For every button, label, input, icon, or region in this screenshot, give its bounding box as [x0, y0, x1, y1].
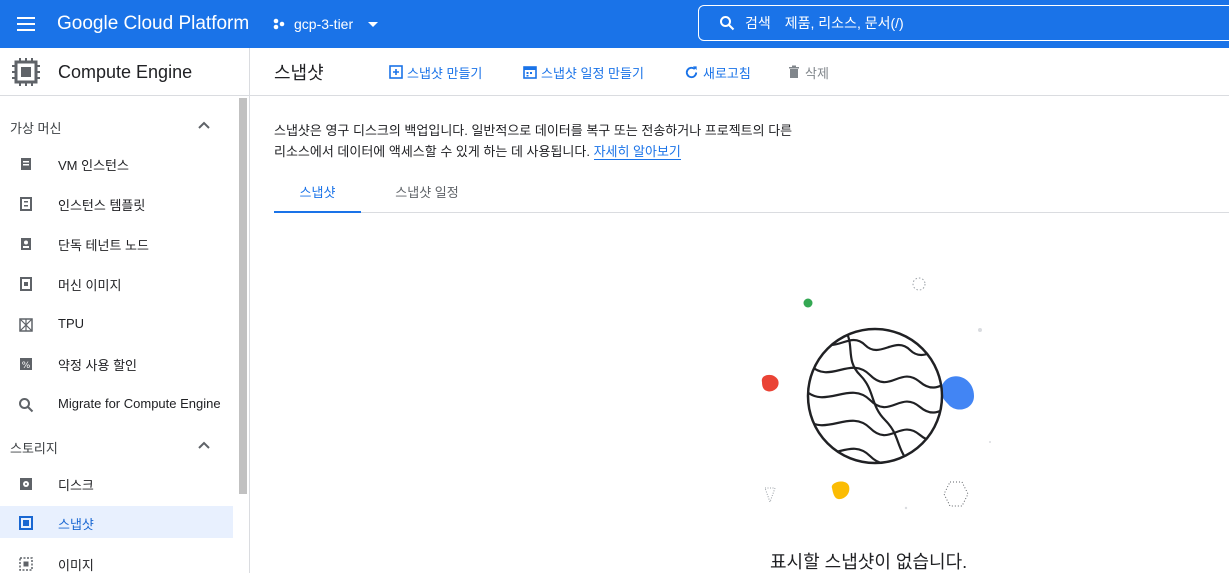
sidebar-item-label: 스냅샷 — [58, 517, 94, 532]
search-icon — [720, 16, 735, 31]
sidebar-item-label: 약정 사용 할인 — [58, 358, 137, 373]
delete-button[interactable]: 삭제 — [787, 61, 829, 83]
sidebar-item-migrate-for-compute-engine[interactable]: Migrate for Compute Engine — [0, 388, 233, 420]
sidebar-item-snapshots[interactable]: 스냅샷 — [0, 506, 233, 538]
refresh-button[interactable]: 새로고침 — [684, 61, 751, 83]
search-input[interactable]: 검색 제품, 리소스, 문서(/) — [698, 5, 1229, 41]
chevron-up-icon — [198, 121, 210, 129]
add-box-icon — [389, 65, 403, 79]
compute-engine-icon — [12, 58, 40, 86]
create-snapshot-button[interactable]: 스냅샷 만들기 — [389, 61, 482, 83]
sidebar-item-disks[interactable]: 디스크 — [0, 467, 233, 499]
tab-snapshots[interactable]: 스냅샷 — [274, 176, 361, 213]
project-selector[interactable]: gcp-3-tier — [272, 10, 381, 38]
tab-snapshot-schedules[interactable]: 스냅샷 일정 — [374, 176, 480, 212]
create-schedule-button[interactable]: 스냅샷 일정 만들기 — [523, 61, 644, 83]
template-icon — [20, 197, 32, 211]
disk-icon — [20, 478, 32, 490]
tab-label: 스냅샷 일정 — [395, 185, 459, 200]
machine-image-icon — [20, 277, 32, 291]
menu-icon[interactable] — [14, 12, 38, 36]
sidebar-item-images[interactable]: 이미지 — [0, 547, 233, 573]
sole-tenant-icon — [21, 238, 31, 250]
description: 스냅샷은 영구 디스크의 백업입니다. 일반적으로 데이터를 복구 또는 전송하… — [274, 120, 794, 162]
sidebar-item-committed-use-discounts[interactable]: % 약정 사용 할인 — [0, 347, 233, 379]
sidebar-item-machine-images[interactable]: 머신 이미지 — [0, 267, 233, 299]
create-snapshot-label: 스냅샷 만들기 — [407, 65, 483, 81]
sidebar-item-label: 단독 테넌트 노드 — [58, 238, 149, 253]
image-icon — [19, 557, 33, 571]
learn-more-link[interactable]: 자세히 알아보기 — [593, 144, 681, 160]
page-title: 스냅샷 — [274, 63, 324, 83]
project-name: gcp-3-tier — [294, 16, 354, 32]
svg-text:%: % — [22, 361, 31, 371]
create-schedule-label: 스냅샷 일정 만들기 — [541, 65, 644, 81]
vm-icon — [21, 158, 31, 170]
product-header[interactable]: Compute Engine — [0, 48, 249, 96]
top-bar: Google Cloud Platform gcp-3-tier 검색 제품, … — [0, 0, 1229, 48]
trash-icon — [789, 65, 799, 78]
sidebar-item-sole-tenant-nodes[interactable]: 단독 테넌트 노드 — [0, 227, 233, 259]
sidebar-item-vm-instances[interactable]: VM 인스턴스 — [0, 147, 233, 179]
tab-label: 스냅샷 — [299, 185, 336, 200]
main-content: 스냅샷 스냅샷 만들기 스냅샷 일정 만들기 새로고침 삭제 스냅샷은 영구 디… — [250, 48, 1229, 573]
chevron-up-icon — [198, 441, 210, 449]
section-label: 가상 머신 — [10, 121, 62, 136]
section-label: 스토리지 — [10, 441, 58, 456]
project-icon — [273, 18, 285, 30]
tab-bar: 스냅샷 스냅샷 일정 — [274, 176, 1229, 213]
empty-state-message: 표시할 스냅샷이 없습니다. — [770, 552, 968, 572]
search-placeholder: 제품, 리소스, 문서(/) — [784, 15, 904, 31]
app-title[interactable]: Google Cloud Platform — [57, 12, 249, 36]
sidebar-item-label: 디스크 — [58, 478, 94, 493]
snapshot-icon — [19, 516, 33, 530]
delete-label: 삭제 — [805, 65, 829, 81]
search-icon — [19, 398, 34, 413]
dropdown-arrow-icon — [368, 22, 379, 27]
sidebar-item-label: 이미지 — [58, 558, 94, 573]
sidebar-item-label: 인스턴스 템플릿 — [58, 198, 146, 213]
sidebar-item-label: TPU — [58, 316, 84, 331]
sidebar-item-label: Migrate for Compute Engine — [58, 396, 221, 411]
section-storage[interactable]: 스토리지 — [0, 430, 238, 460]
sidebar-item-tpu[interactable]: TPU — [0, 308, 233, 340]
sidebar-scrollbar[interactable] — [239, 98, 247, 494]
sidebar-item-label: VM 인스턴스 — [58, 158, 129, 173]
sidebar-item-label: 머신 이미지 — [58, 278, 122, 293]
sidebar-item-instance-templates[interactable]: 인스턴스 템플릿 — [0, 187, 233, 219]
sidebar: Compute Engine 가상 머신 VM 인스턴스 인스턴스 템플릿 단독… — [0, 48, 250, 573]
empty-state-illustration — [761, 277, 991, 510]
description-text: 스냅샷은 영구 디스크의 백업입니다. 일반적으로 데이터를 복구 또는 전송하… — [274, 123, 793, 159]
product-title: Compute Engine — [58, 62, 193, 82]
search-label: 검색 — [745, 15, 771, 31]
percent-icon: % — [20, 358, 32, 371]
refresh-icon — [685, 65, 698, 78]
tpu-icon — [19, 318, 33, 332]
calendar-icon — [523, 66, 537, 79]
refresh-label: 새로고침 — [703, 65, 751, 81]
section-virtual-machines[interactable]: 가상 머신 — [0, 110, 238, 140]
action-toolbar: 스냅샷 스냅샷 만들기 스냅샷 일정 만들기 새로고침 삭제 — [250, 48, 1229, 96]
